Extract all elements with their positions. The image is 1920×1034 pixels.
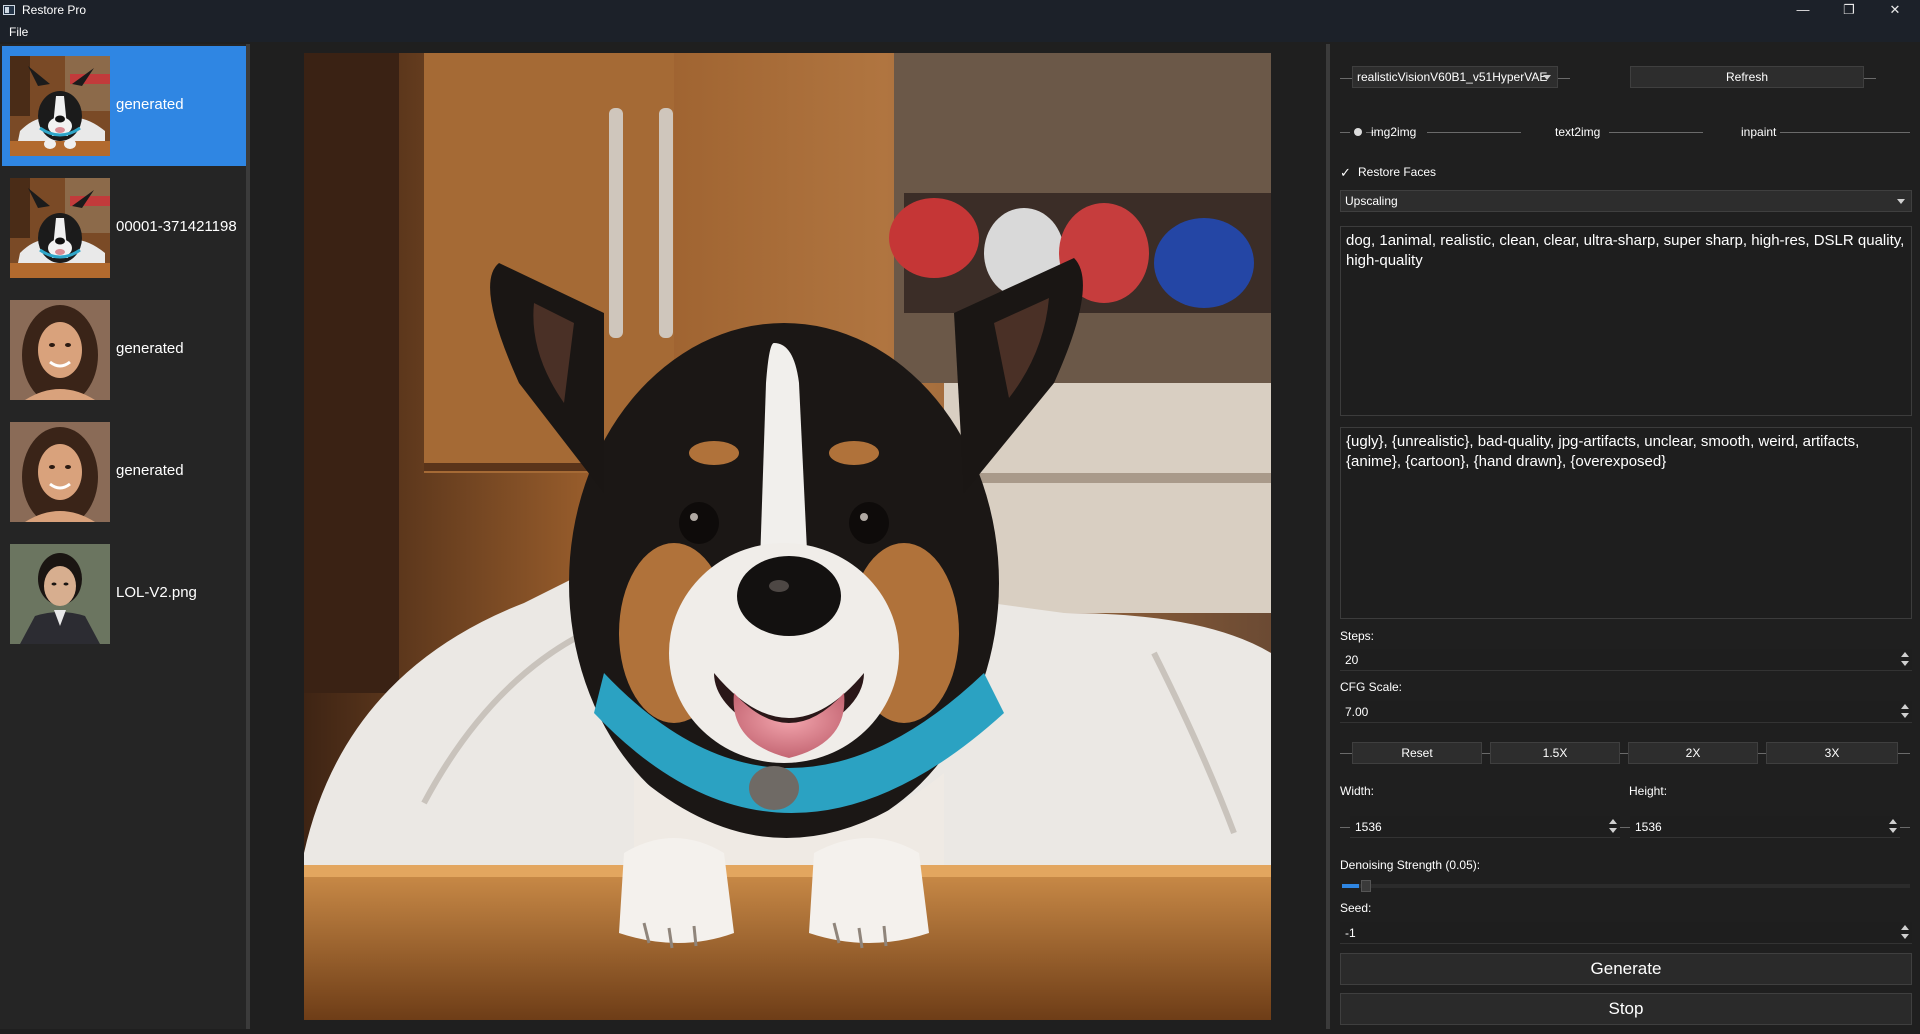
denoising-slider-handle[interactable]	[1361, 880, 1372, 892]
restore-faces-checkbox[interactable]: ✓	[1340, 165, 1351, 181]
right-splitter[interactable]	[1326, 44, 1330, 1029]
steps-label: Steps:	[1340, 629, 1375, 643]
stepper-arrows-icon[interactable]	[1900, 704, 1910, 720]
reset-size-button[interactable]: Reset	[1352, 742, 1482, 764]
height-stepper[interactable]: 1536	[1630, 816, 1900, 838]
separator	[1898, 753, 1910, 754]
denoising-strength-label: Denoising Strength (0.05):	[1340, 858, 1481, 872]
dog-thumbnail	[10, 178, 110, 278]
separator	[1864, 78, 1876, 79]
generate-button[interactable]: Generate	[1340, 953, 1912, 985]
dog-thumbnail	[10, 56, 110, 156]
restore-faces-label[interactable]: Restore Faces	[1358, 165, 1436, 179]
separator	[1340, 78, 1352, 79]
separator	[1758, 753, 1766, 754]
separator	[1620, 827, 1630, 828]
stop-button[interactable]: Stop	[1340, 993, 1912, 1025]
cfg-scale-value: 7.00	[1345, 705, 1369, 719]
denoising-slider-fill	[1342, 884, 1360, 888]
scale-3x-button[interactable]: 3X	[1766, 742, 1898, 764]
seed-label: Seed:	[1340, 901, 1372, 915]
scale-2x-button[interactable]: 2X	[1628, 742, 1758, 764]
width-stepper[interactable]: 1536	[1350, 816, 1620, 838]
cfg-scale-label: CFG Scale:	[1340, 680, 1403, 694]
menu-bar: File	[0, 21, 1920, 42]
separator	[1609, 132, 1703, 133]
mode-text2img-label[interactable]: text2img	[1555, 125, 1600, 139]
settings-panel: realisticVisionV60B1_v51HyperVAE Refresh…	[1334, 44, 1920, 1029]
woman-portrait-thumbnail	[10, 422, 110, 522]
history-item-label: generated	[116, 96, 184, 113]
mode-img2img-label[interactable]: img2img	[1371, 125, 1416, 139]
history-item-label: generated	[116, 340, 184, 357]
app-icon	[3, 5, 15, 15]
history-item[interactable]: generated	[2, 46, 246, 166]
history-item[interactable]: generated	[2, 290, 246, 410]
history-item[interactable]: 00001-371421198	[2, 168, 246, 288]
stepper-arrows-icon[interactable]	[1900, 652, 1910, 668]
seed-value: -1	[1345, 926, 1356, 940]
separator	[1340, 827, 1350, 828]
separator	[1780, 132, 1910, 133]
upscaling-select[interactable]: Upscaling	[1340, 190, 1912, 212]
prompt-input[interactable]: dog, 1animal, realistic, clean, clear, u…	[1340, 226, 1912, 416]
result-image	[304, 53, 1271, 1020]
mode-inpaint-label[interactable]: inpaint	[1741, 125, 1776, 139]
separator	[1482, 753, 1490, 754]
upscaling-select-value: Upscaling	[1345, 194, 1398, 208]
history-item[interactable]: generated	[2, 412, 246, 532]
model-select[interactable]: realisticVisionV60B1_v51HyperVAE	[1352, 66, 1558, 88]
history-item[interactable]: LOL-V2.png	[2, 534, 246, 654]
history-item-label: LOL-V2.png	[116, 584, 197, 601]
refresh-button[interactable]: Refresh	[1630, 66, 1864, 88]
steps-stepper[interactable]: 20	[1340, 649, 1912, 671]
left-splitter[interactable]	[246, 44, 250, 1029]
negative-prompt-input[interactable]: {ugly}, {unrealistic}, bad-quality, jpg-…	[1340, 427, 1912, 619]
window-title: Restore Pro	[22, 3, 87, 17]
separator	[1427, 132, 1521, 133]
steps-value: 20	[1345, 653, 1359, 667]
denoising-slider-track[interactable]	[1342, 880, 1910, 892]
woman-portrait-thumbnail	[10, 300, 110, 400]
asian-woman-portrait-thumbnail	[10, 544, 110, 644]
radio-img2img[interactable]	[1354, 128, 1362, 136]
separator	[1900, 827, 1910, 828]
separator	[1340, 132, 1350, 133]
stepper-arrows-icon[interactable]	[1888, 819, 1898, 835]
menu-file[interactable]: File	[9, 25, 28, 39]
model-select-value: realisticVisionV60B1_v51HyperVAE	[1357, 70, 1548, 84]
separator	[1558, 78, 1570, 79]
height-value: 1536	[1635, 820, 1662, 834]
chevron-down-icon	[1543, 75, 1551, 80]
history-item-label: generated	[116, 462, 184, 479]
close-icon[interactable]: ✕	[1872, 0, 1918, 21]
title-bar: Restore Pro — ❐ ✕	[0, 0, 1920, 21]
chevron-down-icon	[1897, 199, 1905, 204]
separator	[1620, 753, 1628, 754]
width-value: 1536	[1355, 820, 1382, 834]
history-item-label: 00001-371421198	[116, 218, 237, 235]
stepper-arrows-icon[interactable]	[1608, 819, 1618, 835]
separator	[1340, 753, 1352, 754]
minimize-icon[interactable]: —	[1780, 0, 1826, 21]
cfg-scale-stepper[interactable]: 7.00	[1340, 701, 1912, 723]
restore-icon[interactable]: ❐	[1826, 0, 1872, 21]
stepper-arrows-icon[interactable]	[1900, 925, 1910, 941]
seed-stepper[interactable]: -1	[1340, 922, 1912, 944]
height-label: Height:	[1629, 784, 1668, 798]
scale-1-5x-button[interactable]: 1.5X	[1490, 742, 1620, 764]
history-panel[interactable]: generated 00001-371421198 generated gene…	[0, 44, 248, 1029]
width-label: Width:	[1340, 784, 1375, 798]
